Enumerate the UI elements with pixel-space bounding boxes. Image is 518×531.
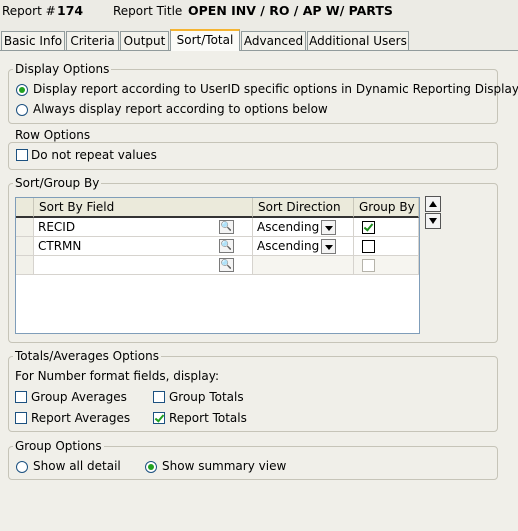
display-userid-label[interactable]: Display report according to UserID speci…: [33, 82, 518, 96]
sort-direction-value: Ascending: [257, 220, 320, 234]
sort-field-value: RECID: [38, 220, 76, 234]
group-averages-checkbox[interactable]: [15, 391, 27, 403]
sort-direction-cell[interactable]: Ascending: [253, 218, 354, 237]
group-totals-label[interactable]: Group Totals: [169, 390, 244, 404]
row-header: [16, 256, 34, 275]
sort-group-title: Sort/Group By: [13, 176, 102, 190]
display-always-label[interactable]: Always display report according to optio…: [33, 102, 328, 116]
display-always-radio[interactable]: [16, 104, 28, 116]
row-header: [16, 218, 34, 237]
display-options-title: Display Options: [13, 62, 112, 76]
row-options-title: Row Options: [13, 128, 93, 142]
col-header-sort-direction: Sort Direction: [253, 198, 354, 218]
group-options-title: Group Options: [13, 439, 104, 453]
show-all-detail-radio[interactable]: [16, 461, 28, 473]
report-totals-checkbox[interactable]: [153, 412, 165, 424]
sort-direction-value: Ascending: [257, 239, 320, 253]
chevron-down-icon[interactable]: [321, 239, 336, 254]
tab-basic-info[interactable]: Basic Info: [1, 31, 65, 50]
group-totals-checkbox[interactable]: [153, 391, 165, 403]
magnifier-icon[interactable]: 🔍: [219, 239, 234, 253]
show-summary-label[interactable]: Show summary view: [162, 459, 286, 473]
tab-output[interactable]: Output: [120, 31, 169, 50]
report-title: OPEN INV / RO / AP W/ PARTS: [188, 3, 393, 18]
tab-advanced[interactable]: Advanced: [241, 31, 306, 50]
totals-title: Totals/Averages Options: [13, 349, 161, 363]
tab-sort-total[interactable]: Sort/Total: [170, 29, 240, 51]
show-all-detail-label[interactable]: Show all detail: [33, 459, 121, 473]
sort-direction-cell[interactable]: Ascending: [253, 237, 354, 256]
magnifier-icon[interactable]: 🔍: [219, 258, 234, 272]
group-averages-label[interactable]: Group Averages: [31, 390, 127, 404]
report-totals-label[interactable]: Report Totals: [169, 411, 247, 425]
tab-additional-users[interactable]: Additional Users: [307, 31, 409, 50]
group-by-checkbox[interactable]: [362, 221, 375, 234]
report-averages-checkbox[interactable]: [15, 412, 27, 424]
display-userid-radio[interactable]: [16, 84, 28, 96]
sort-direction-cell: [253, 256, 354, 275]
col-header-sort-field: Sort By Field: [34, 198, 253, 218]
report-number: 174: [57, 3, 84, 18]
row-header: [16, 237, 34, 256]
group-by-checkbox: [362, 259, 375, 272]
arrow-up-icon[interactable]: [425, 196, 441, 212]
col-header-group-by: Group By: [354, 198, 419, 218]
grid-corner: [16, 198, 34, 218]
magnifier-icon[interactable]: 🔍: [219, 220, 234, 234]
totals-subtitle: For Number format fields, display:: [15, 369, 219, 383]
no-repeat-checkbox[interactable]: [16, 149, 28, 161]
show-summary-radio[interactable]: [145, 461, 157, 473]
report-number-label: Report #: [2, 4, 56, 18]
sort-grid: Sort By Field Sort Direction Group By RE…: [15, 197, 420, 334]
report-title-label: Report Title: [113, 4, 183, 18]
sort-field-value: CTRMN: [38, 239, 82, 253]
group-by-checkbox[interactable]: [362, 240, 375, 253]
tab-bar: Basic Info Criteria Output Sort/Total Ad…: [0, 29, 518, 51]
report-averages-label[interactable]: Report Averages: [31, 411, 130, 425]
chevron-down-icon[interactable]: [321, 220, 336, 235]
no-repeat-label[interactable]: Do not repeat values: [31, 148, 157, 162]
tab-criteria[interactable]: Criteria: [66, 31, 119, 50]
arrow-down-icon[interactable]: [425, 213, 441, 229]
